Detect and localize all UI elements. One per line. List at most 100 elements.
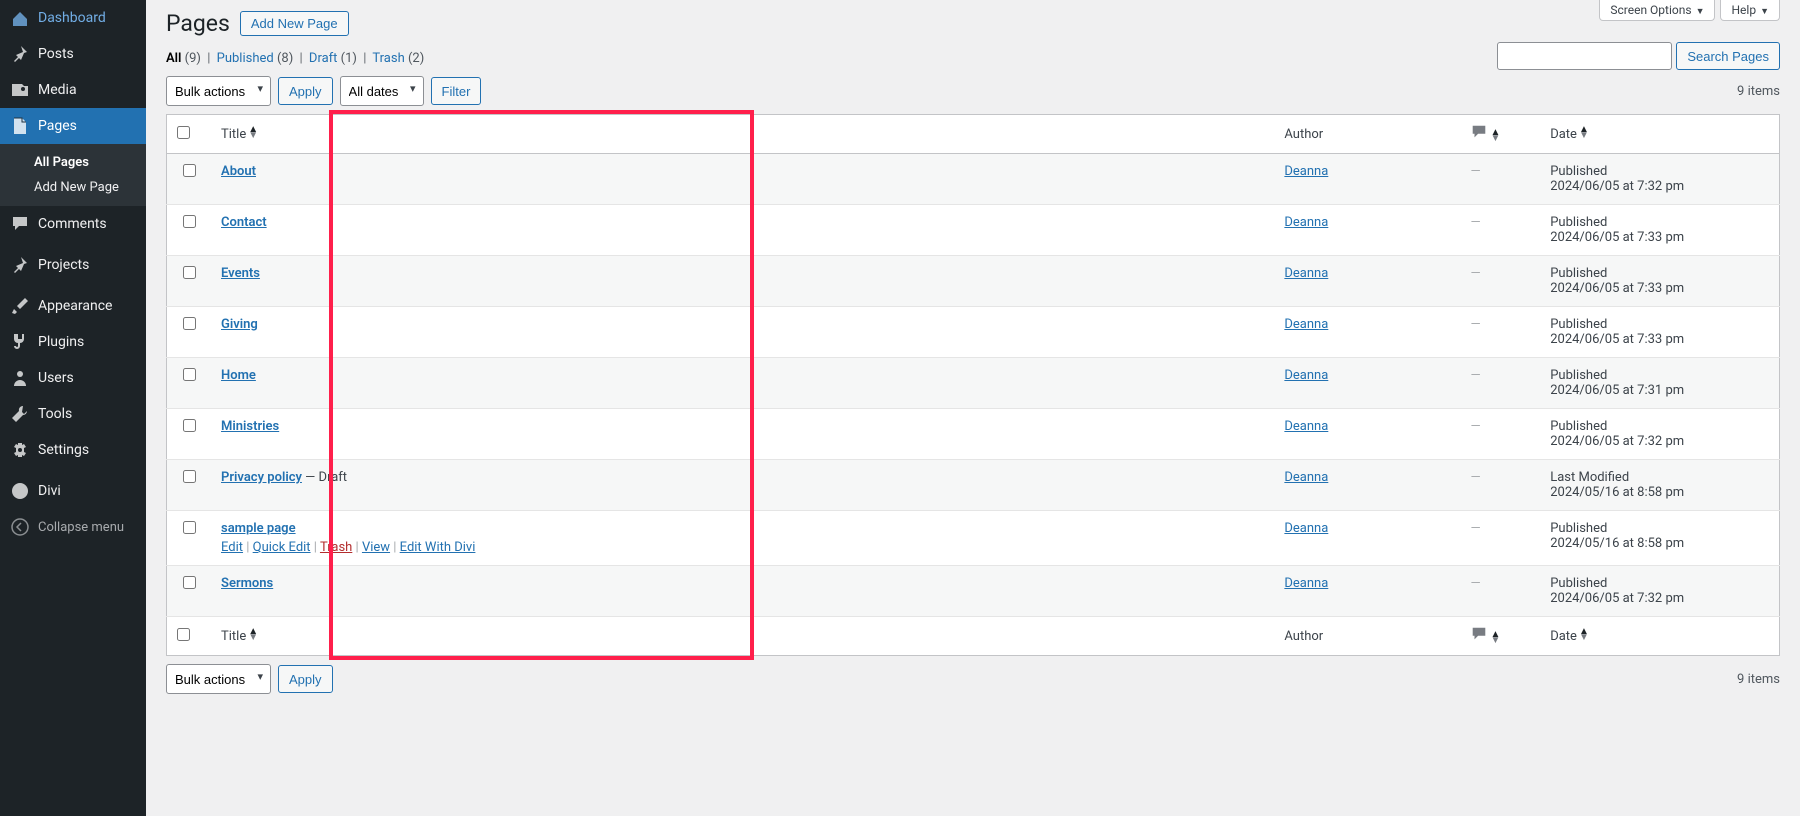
- date-status: Published: [1550, 266, 1607, 281]
- sidebar-item-posts[interactable]: Posts: [0, 36, 146, 72]
- column-comments[interactable]: ▲▼: [1460, 115, 1540, 154]
- column-date[interactable]: Date▲▼: [1540, 115, 1779, 154]
- comments-count: —: [1470, 470, 1480, 485]
- comments-count: —: [1470, 266, 1480, 281]
- sidebar-item-label: Users: [38, 370, 74, 386]
- row-checkbox[interactable]: [183, 368, 196, 381]
- search-pages-button[interactable]: Search Pages: [1676, 42, 1780, 70]
- tools-icon: [10, 404, 30, 424]
- media-icon: [10, 80, 30, 100]
- column-author-footer[interactable]: Author: [1274, 617, 1460, 656]
- page-title-link[interactable]: Ministries: [221, 419, 279, 434]
- date-status: Published: [1550, 164, 1607, 179]
- row-actions: Edit | Quick Edit | Trash | View | Edit …: [221, 540, 1264, 555]
- bulk-actions-select[interactable]: Bulk actions: [166, 76, 271, 106]
- user-icon: [10, 368, 30, 388]
- filter-button[interactable]: Filter: [431, 77, 482, 105]
- row-checkbox[interactable]: [183, 266, 196, 279]
- select-all-checkbox-bottom[interactable]: [177, 628, 190, 641]
- row-checkbox[interactable]: [183, 521, 196, 534]
- column-comments-footer[interactable]: ▲▼: [1460, 617, 1540, 656]
- author-link[interactable]: Deanna: [1284, 470, 1328, 485]
- column-title[interactable]: Title▲▼: [211, 115, 1274, 154]
- comments-count: —: [1470, 317, 1480, 332]
- sidebar-item-divi[interactable]: Divi: [0, 473, 146, 509]
- collapse-menu[interactable]: Collapse menu: [0, 509, 146, 545]
- table-row: Giving Deanna — Published2024/06/05 at 7…: [167, 307, 1780, 358]
- comments-count: —: [1470, 368, 1480, 383]
- row-checkbox[interactable]: [183, 164, 196, 177]
- filter-published[interactable]: Published: [217, 51, 274, 66]
- author-link[interactable]: Deanna: [1284, 164, 1328, 179]
- date-value: 2024/06/05 at 7:32 pm: [1550, 434, 1684, 449]
- apply-button-bottom[interactable]: Apply: [278, 665, 333, 693]
- sidebar-item-projects[interactable]: Projects: [0, 247, 146, 283]
- sidebar-item-media[interactable]: Media: [0, 72, 146, 108]
- date-value: 2024/06/05 at 7:31 pm: [1550, 383, 1684, 398]
- sidebar-item-label: Plugins: [38, 334, 84, 350]
- help-tab[interactable]: Help▼: [1720, 0, 1780, 21]
- author-link[interactable]: Deanna: [1284, 368, 1328, 383]
- bulk-actions-select-bottom[interactable]: Bulk actions: [166, 664, 271, 694]
- quick-edit-link[interactable]: Quick Edit: [253, 540, 311, 555]
- divi-icon: [10, 481, 30, 501]
- edit-divi-link[interactable]: Edit With Divi: [400, 540, 476, 555]
- row-checkbox[interactable]: [183, 576, 196, 589]
- comment-icon: [1470, 123, 1488, 141]
- comments-count: —: [1470, 419, 1480, 434]
- date-status: Published: [1550, 576, 1607, 591]
- sidebar-item-pages[interactable]: Pages: [0, 108, 146, 144]
- row-checkbox[interactable]: [183, 215, 196, 228]
- date-value: 2024/06/05 at 7:33 pm: [1550, 230, 1684, 245]
- page-title-link[interactable]: Events: [221, 266, 260, 281]
- author-link[interactable]: Deanna: [1284, 521, 1328, 536]
- sidebar-item-tools[interactable]: Tools: [0, 396, 146, 432]
- add-new-page-button[interactable]: Add New Page: [240, 11, 349, 36]
- filter-trash[interactable]: Trash: [372, 51, 404, 66]
- page-title-link[interactable]: sample page: [221, 521, 296, 536]
- row-checkbox[interactable]: [183, 317, 196, 330]
- column-title-footer[interactable]: Title▲▼: [211, 617, 1274, 656]
- sidebar-item-plugins[interactable]: Plugins: [0, 324, 146, 360]
- table-row: Events Deanna — Published2024/06/05 at 7…: [167, 256, 1780, 307]
- author-link[interactable]: Deanna: [1284, 419, 1328, 434]
- filter-all[interactable]: All: [166, 51, 181, 66]
- sidebar-item-label: Divi: [38, 483, 61, 499]
- page-title-link[interactable]: Giving: [221, 317, 258, 332]
- chevron-down-icon: ▼: [1760, 7, 1769, 17]
- submenu-item[interactable]: All Pages: [0, 150, 146, 175]
- apply-button[interactable]: Apply: [278, 77, 333, 105]
- author-link[interactable]: Deanna: [1284, 215, 1328, 230]
- page-title-link[interactable]: Privacy policy: [221, 470, 302, 485]
- sidebar-item-label: Posts: [38, 46, 74, 62]
- date-filter-select[interactable]: All dates: [340, 76, 424, 106]
- trash-link[interactable]: Trash: [320, 540, 352, 555]
- view-link[interactable]: View: [362, 540, 390, 555]
- screen-options-tab[interactable]: Screen Options▼: [1599, 0, 1715, 21]
- page-title-link[interactable]: Sermons: [221, 576, 273, 591]
- submenu-item[interactable]: Add New Page: [0, 175, 146, 200]
- sidebar-item-dashboard[interactable]: Dashboard: [0, 0, 146, 36]
- author-link[interactable]: Deanna: [1284, 576, 1328, 591]
- settings-icon: [10, 440, 30, 460]
- page-title-link[interactable]: About: [221, 164, 256, 179]
- sidebar-item-appearance[interactable]: Appearance: [0, 288, 146, 324]
- sidebar-item-comments[interactable]: Comments: [0, 206, 146, 242]
- author-link[interactable]: Deanna: [1284, 266, 1328, 281]
- page-title-link[interactable]: Contact: [221, 215, 267, 230]
- search-input[interactable]: [1497, 42, 1672, 70]
- filter-draft[interactable]: Draft: [309, 51, 338, 66]
- page-title-link[interactable]: Home: [221, 368, 256, 383]
- column-date-footer[interactable]: Date▲▼: [1540, 617, 1779, 656]
- edit-link[interactable]: Edit: [221, 540, 243, 555]
- select-all-checkbox[interactable]: [177, 126, 190, 139]
- brush-icon: [10, 296, 30, 316]
- row-checkbox[interactable]: [183, 470, 196, 483]
- sidebar-item-users[interactable]: Users: [0, 360, 146, 396]
- column-author[interactable]: Author: [1274, 115, 1460, 154]
- sidebar-item-settings[interactable]: Settings: [0, 432, 146, 468]
- author-link[interactable]: Deanna: [1284, 317, 1328, 332]
- dashboard-icon: [10, 8, 30, 28]
- date-status: Published: [1550, 215, 1607, 230]
- row-checkbox[interactable]: [183, 419, 196, 432]
